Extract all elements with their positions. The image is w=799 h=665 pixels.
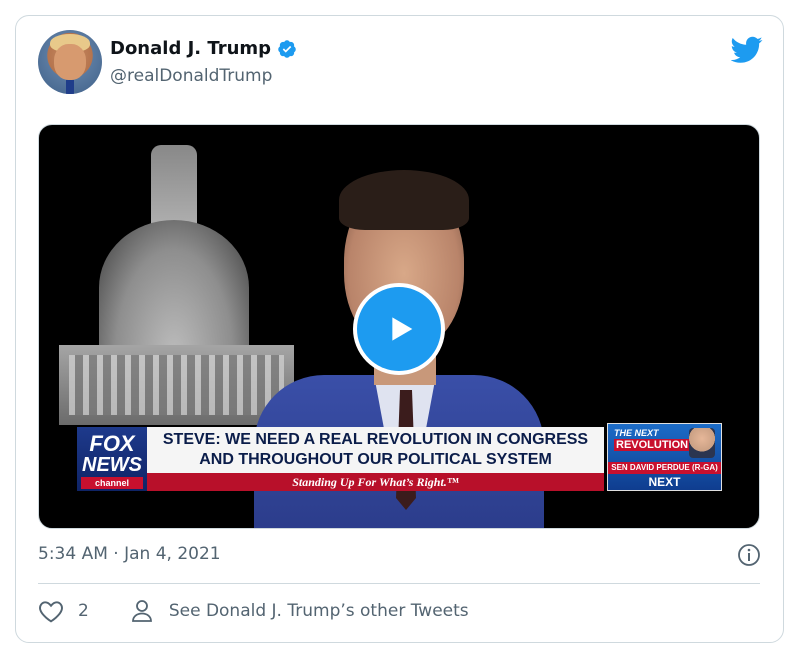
avatar[interactable]	[38, 30, 102, 94]
news-lower-third: FOX NEWS channel STEVE: WE NEED A REAL R…	[77, 427, 604, 491]
up-next-guest-photo	[689, 428, 715, 458]
capitol-tower	[151, 145, 197, 229]
up-next-guest: SEN DAVID PERDUE (R-GA)	[608, 462, 721, 474]
capitol-columns	[69, 355, 284, 415]
person-icon	[131, 600, 152, 622]
verified-badge-icon	[278, 39, 296, 58]
twitter-bird-icon[interactable]	[731, 36, 763, 64]
up-next-box: THE NEXT REVOLUTION SEN DAVID PERDUE (R-…	[607, 423, 722, 491]
up-next-title: THE NEXT	[614, 428, 659, 438]
info-icon[interactable]	[737, 543, 761, 567]
divider	[38, 583, 760, 584]
fox-logo-line3: channel	[81, 477, 143, 489]
tweet-timestamp[interactable]: 5:34 AM · Jan 4, 2021	[38, 544, 221, 564]
heart-icon	[39, 601, 63, 623]
like-count: 2	[78, 601, 89, 621]
play-button[interactable]	[353, 283, 445, 375]
avatar-tie	[66, 80, 74, 94]
see-other-tweets-label: See Donald J. Trump’s other Tweets	[168, 601, 469, 621]
avatar-face	[54, 44, 86, 80]
news-tagline: Standing Up For What’s Right.™	[147, 473, 604, 491]
fox-news-logo: FOX NEWS channel	[77, 427, 147, 491]
up-next-label: NEXT	[648, 475, 681, 489]
news-headline: STEVE: WE NEED A REAL REVOLUTION IN CONG…	[147, 427, 604, 473]
see-other-tweets-link[interactable]: See Donald J. Trump’s other Tweets	[131, 599, 469, 623]
author-name-row[interactable]: Donald J. Trump	[110, 38, 297, 59]
tweet-card: Donald J. Trump @realDonaldTrump FOX NEW…	[15, 15, 784, 643]
tweet-actions: 2 See Donald J. Trump’s other Tweets	[38, 599, 469, 623]
fox-logo-line2: NEWS	[82, 454, 142, 476]
author-handle[interactable]: @realDonaldTrump	[110, 66, 272, 86]
author-display-name[interactable]: Donald J. Trump	[110, 38, 271, 59]
capitol-dome	[99, 220, 249, 355]
fox-logo-line1: FOX	[89, 431, 135, 456]
up-next-show: REVOLUTION	[614, 439, 691, 451]
video-player[interactable]: FOX NEWS channel STEVE: WE NEED A REAL R…	[38, 124, 760, 529]
presenter-hair	[339, 170, 469, 230]
play-icon	[392, 317, 413, 341]
like-button[interactable]: 2	[38, 599, 89, 623]
